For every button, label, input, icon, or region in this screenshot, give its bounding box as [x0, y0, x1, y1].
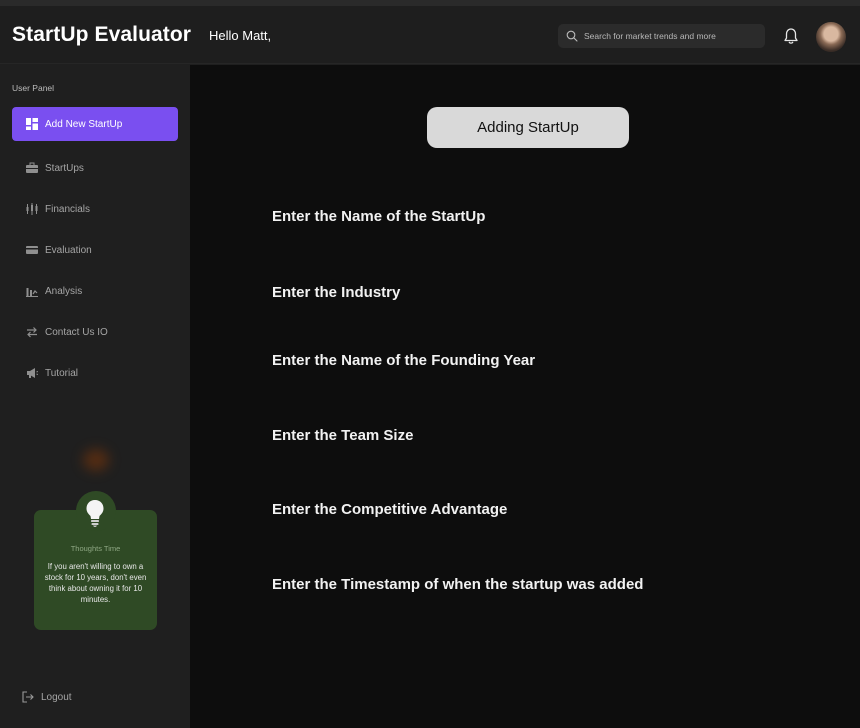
- search-bar[interactable]: [558, 24, 765, 48]
- sidebar-item-label: Contact Us IO: [45, 326, 108, 338]
- megaphone-icon: [27, 368, 38, 378]
- field-industry[interactable]: Enter the Industry: [272, 284, 400, 301]
- sidebar-item-label: Financials: [45, 203, 91, 215]
- page-title-button[interactable]: Adding StartUp: [427, 107, 629, 148]
- thought-title: Thoughts Time: [70, 544, 121, 553]
- logout-button[interactable]: Logout: [22, 691, 72, 703]
- lightbulb-icon: [86, 500, 104, 527]
- candlestick-icon: [26, 203, 38, 215]
- panel-label: User Panel: [12, 83, 55, 93]
- swap-arrows-icon: [27, 327, 37, 338]
- sidebar-item-label: Evaluation: [45, 244, 92, 256]
- sidebar-item-evaluation[interactable]: Evaluation: [12, 233, 178, 267]
- search-input[interactable]: [584, 24, 759, 48]
- search-icon: [566, 30, 578, 42]
- greeting-text: Hello Matt,: [209, 28, 272, 43]
- sidebar-item-tutorial[interactable]: Tutorial: [12, 356, 178, 390]
- sidebar-item-label: StartUps: [45, 162, 84, 174]
- sidebar-item-financials[interactable]: Financials: [12, 192, 178, 226]
- thought-quote: If you aren't willing to own a stock for…: [44, 562, 147, 604]
- sidebar-item-label: Tutorial: [45, 367, 78, 379]
- field-competitive-advantage[interactable]: Enter the Competitive Advantage: [272, 501, 507, 518]
- main-content: Adding StartUp Enter the Name of the Sta…: [190, 65, 860, 728]
- sidebar-item-add-new-startup[interactable]: Add New StartUp: [12, 107, 178, 141]
- decorative-glow: [83, 449, 109, 471]
- field-timestamp[interactable]: Enter the Timestamp of when the startup …: [272, 576, 643, 593]
- avatar[interactable]: [816, 22, 846, 52]
- bell-icon[interactable]: [783, 27, 799, 45]
- top-header: StartUp Evaluator Hello Matt,: [0, 6, 860, 64]
- sidebar-item-label: Add New StartUp: [45, 118, 123, 130]
- app-title: StartUp Evaluator: [12, 23, 192, 46]
- sidebar-item-label: Analysis: [45, 285, 83, 297]
- field-startup-name[interactable]: Enter the Name of the StartUp: [272, 208, 485, 225]
- logout-label: Logout: [41, 691, 72, 703]
- logout-icon: [22, 691, 34, 703]
- field-team-size[interactable]: Enter the Team Size: [272, 427, 413, 444]
- sidebar-item-startups[interactable]: StartUps: [12, 151, 178, 185]
- sidebar-item-analysis[interactable]: Analysis: [12, 274, 178, 308]
- dashboard-icon: [26, 118, 38, 130]
- chart-icon: [26, 288, 38, 297]
- field-founding-year[interactable]: Enter the Name of the Founding Year: [272, 352, 535, 369]
- sidebar-item-contact-us[interactable]: Contact Us IO: [12, 315, 178, 349]
- card-icon: [26, 246, 38, 254]
- sidebar: User Panel Add New StartUp StartUps Fina…: [0, 65, 189, 728]
- briefcase-icon: [26, 162, 38, 173]
